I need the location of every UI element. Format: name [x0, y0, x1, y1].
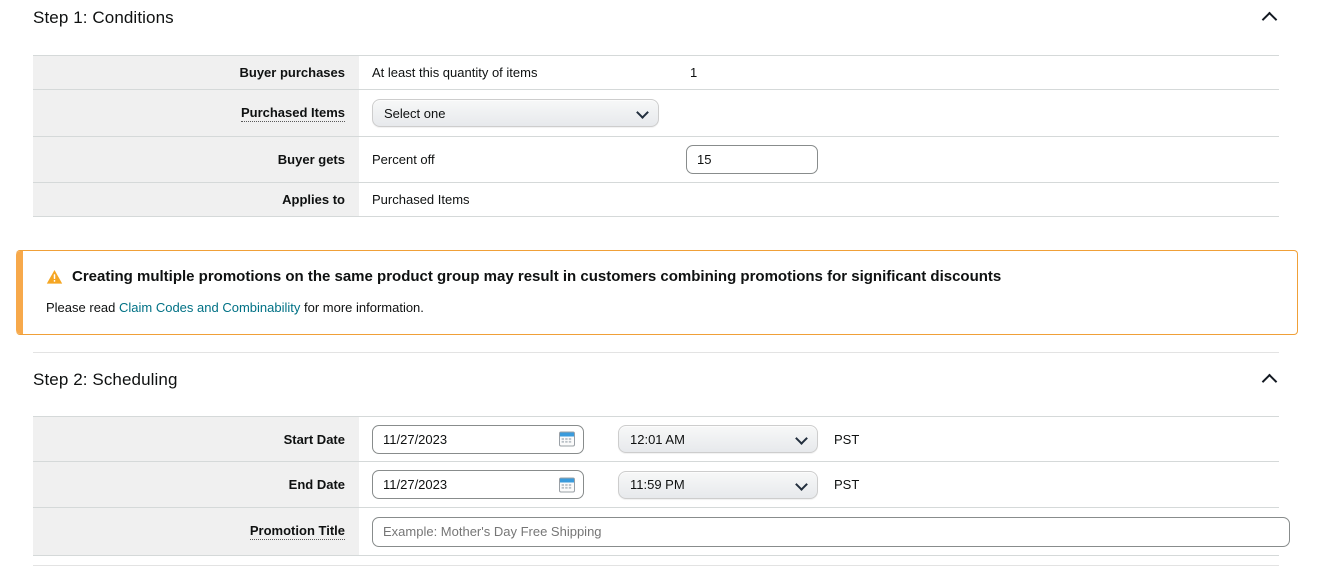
start-date-input[interactable]	[372, 424, 584, 454]
buyer-gets-discount-type: Percent off	[372, 152, 435, 167]
applies-to-text: Purchased Items	[372, 192, 470, 207]
value-purchased-items: Select one	[359, 89, 1279, 137]
promotion-form-page: Step 1: Conditions Buyer purchases At le…	[0, 0, 1319, 572]
conditions-table: Buyer purchases At least this quantity o…	[33, 55, 1279, 217]
alert-body: Please read Claim Codes and Combinabilit…	[46, 300, 1283, 315]
label-text: Buyer purchases	[239, 65, 346, 80]
label-text: Start Date	[283, 431, 345, 447]
end-date-field-wrap	[372, 470, 584, 499]
chevron-down-icon	[796, 479, 808, 491]
label-text: End Date	[288, 477, 345, 492]
table-row-buyer-gets: Buyer gets Percent off	[33, 136, 1279, 183]
label-text-tooltip[interactable]: Promotion Title	[249, 523, 345, 540]
chevron-down-icon	[796, 433, 808, 445]
start-time-value: 12:01 AM	[630, 431, 685, 447]
step1-collapse-chevron-up-icon[interactable]	[1261, 8, 1279, 26]
end-time-select[interactable]: 11:59 PM	[618, 470, 818, 499]
alert-heading-row: Creating multiple promotions on the same…	[46, 267, 1283, 286]
label-text: Applies to	[282, 192, 345, 207]
scheduling-table: Start Date 11/27/2023 12:01 AM PST End D…	[33, 416, 1290, 556]
purchased-items-select[interactable]: Select one	[372, 99, 659, 127]
end-date-input[interactable]	[372, 470, 584, 499]
table-row-start-date: Start Date 11/27/2023 12:01 AM PST	[33, 416, 1279, 462]
step2-header: Step 2: Scheduling	[33, 370, 1279, 390]
warning-triangle-icon	[46, 269, 63, 284]
value-applies-to: Purchased Items	[359, 182, 1279, 217]
label-text: Buyer gets	[277, 152, 345, 167]
buyer-purchases-condition-text: At least this quantity of items	[372, 65, 538, 80]
start-time-select[interactable]: 12:01 AM	[618, 425, 818, 453]
value-end-date: 11:59 PM PST	[359, 461, 1279, 508]
start-date-calendar-icon[interactable]	[559, 431, 575, 447]
table-row-purchased-items: Purchased Items Select one	[33, 89, 1279, 137]
alert-heading-text: Creating multiple promotions on the same…	[72, 268, 1002, 285]
value-start-date: 12:01 AM PST	[359, 416, 1279, 462]
label-start-date: Start Date	[33, 416, 359, 462]
chevron-down-icon	[637, 107, 649, 119]
section-divider-bottom	[33, 565, 1279, 566]
step2-collapse-chevron-up-icon[interactable]	[1261, 370, 1279, 388]
label-buyer-gets: Buyer gets	[33, 136, 359, 183]
table-row-end-date: End Date 11/27/2023 11:59 PM PST	[33, 461, 1279, 508]
promotion-title-input[interactable]	[372, 516, 1290, 547]
alert-body-suffix: for more information.	[300, 300, 424, 315]
start-timezone-label: PST	[834, 431, 860, 447]
purchased-items-select-value: Select one	[384, 105, 446, 121]
section-divider-top	[33, 352, 1279, 353]
value-promotion-title	[359, 507, 1290, 556]
step1-title: Step 1: Conditions	[33, 8, 174, 27]
end-time-value: 11:59 PM	[630, 477, 685, 492]
start-date-field-wrap	[372, 424, 584, 454]
end-timezone-label: PST	[834, 477, 860, 492]
step2-title: Step 2: Scheduling	[33, 370, 178, 389]
label-text-tooltip[interactable]: Purchased Items	[240, 105, 345, 122]
value-buyer-gets: Percent off	[359, 136, 1279, 183]
label-purchased-items: Purchased Items	[33, 89, 359, 137]
claim-codes-combinability-link[interactable]: Claim Codes and Combinability	[119, 300, 300, 315]
value-buyer-purchases: At least this quantity of items 1	[359, 55, 1279, 90]
table-row-promotion-title: Promotion Title	[33, 507, 1290, 556]
label-promotion-title: Promotion Title	[33, 507, 359, 556]
combinability-warning-alert: Creating multiple promotions on the same…	[16, 250, 1298, 335]
label-buyer-purchases: Buyer purchases	[33, 55, 359, 90]
table-row-applies-to: Applies to Purchased Items	[33, 182, 1279, 217]
step1-header: Step 1: Conditions	[33, 8, 1279, 28]
end-date-calendar-icon[interactable]	[559, 477, 575, 492]
buyer-purchases-quantity: 1	[690, 65, 698, 80]
label-applies-to: Applies to	[33, 182, 359, 217]
alert-body-prefix: Please read	[46, 300, 119, 315]
label-end-date: End Date	[33, 461, 359, 508]
percent-off-input[interactable]	[686, 145, 818, 174]
table-row-buyer-purchases: Buyer purchases At least this quantity o…	[33, 55, 1279, 90]
